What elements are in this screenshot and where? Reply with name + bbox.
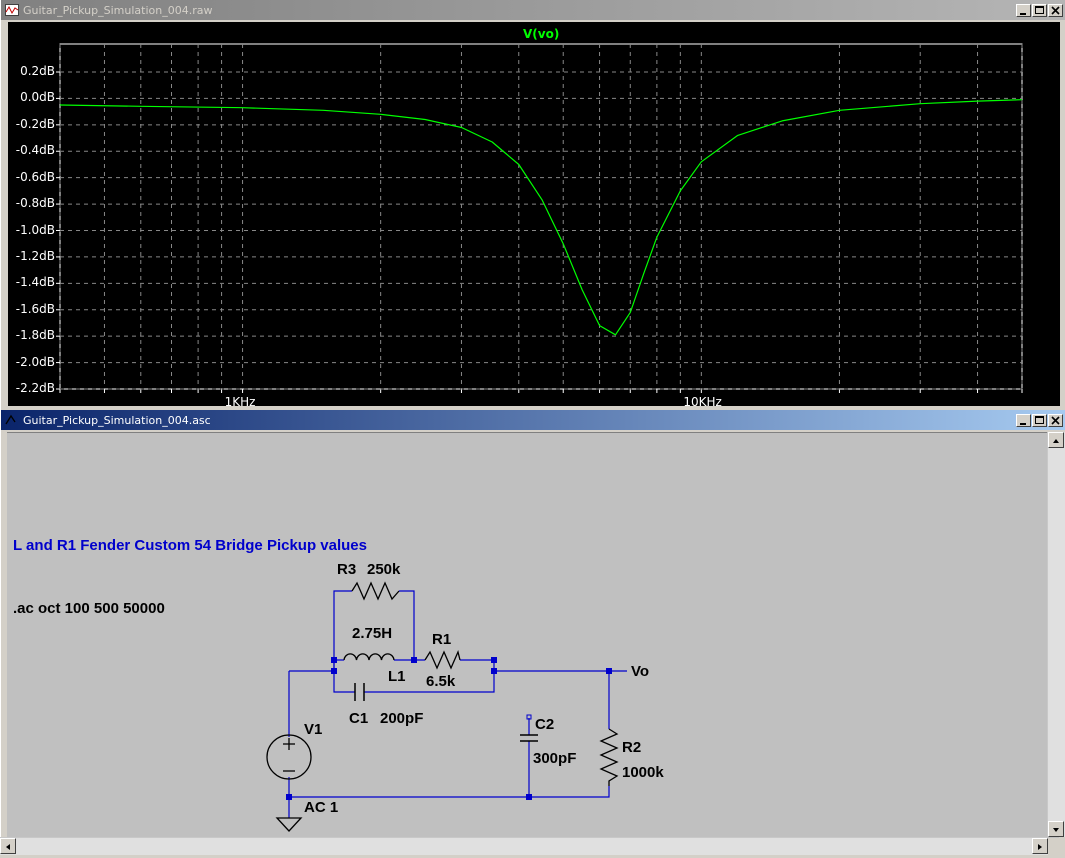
l1-name: L1 [388, 668, 406, 685]
ground-icon[interactable] [275, 817, 303, 832]
arrow-down-icon [1053, 828, 1059, 832]
plot-window-titlebar[interactable]: Guitar_Pickup_Simulation_004.raw [1, 0, 1065, 20]
r1-resistor-symbol[interactable] [424, 649, 461, 670]
r3-value: 250k [367, 561, 401, 578]
schematic-canvas[interactable]: L and R1 Fender Custom 54 Bridge Pickup … [7, 432, 1059, 838]
maximize-button[interactable] [1032, 413, 1047, 427]
wires [288, 590, 627, 818]
arrow-right-icon [1038, 844, 1042, 850]
l1-value: 2.75H [352, 625, 392, 642]
r3-name: R3 [337, 561, 356, 578]
scroll-left-button[interactable] [0, 838, 16, 854]
spice-directive[interactable]: .ac oct 100 500 50000 [13, 600, 165, 617]
v1-value: AC 1 [304, 799, 338, 816]
waveform-icon [5, 4, 19, 16]
schematic-window-titlebar[interactable]: Guitar_Pickup_Simulation_004.asc [1, 410, 1065, 430]
maximize-icon [1035, 5, 1044, 14]
plot-window: Guitar_Pickup_Simulation_004.raw V(vo) 0… [0, 0, 1065, 410]
minimize-icon [1020, 12, 1026, 15]
r2-name: R2 [622, 739, 641, 756]
arrow-left-icon [6, 844, 10, 850]
maximize-icon [1035, 415, 1044, 424]
arrow-up-icon [1053, 439, 1059, 443]
plot-window-title: Guitar_Pickup_Simulation_004.raw [23, 3, 213, 17]
plot-area[interactable]: V(vo) 0.2dB 0.0dB -0.2dB -0.4dB -0.6dB -0.8dB… [8, 22, 1060, 409]
schematic-comment[interactable]: L and R1 Fender Custom 54 Bridge Pickup … [13, 537, 367, 554]
close-button[interactable] [1048, 413, 1063, 427]
plot-svg [56, 43, 1023, 393]
scroll-up-button[interactable] [1048, 432, 1064, 448]
schematic-window-title: Guitar_Pickup_Simulation_004.asc [23, 413, 211, 427]
scroll-down-button[interactable] [1048, 821, 1064, 837]
r1-value: 6.5k [426, 673, 456, 690]
net-label-vo[interactable]: Vo [631, 663, 649, 680]
trace-vvo-line [59, 99, 1023, 336]
c1-capacitor-symbol[interactable] [354, 683, 365, 701]
r2-resistor-symbol[interactable] [599, 728, 619, 786]
minimize-icon [1020, 422, 1026, 425]
schematic-icon [5, 414, 16, 425]
scroll-right-button[interactable] [1032, 838, 1048, 854]
c2-name: C2 [535, 716, 554, 733]
close-icon [1051, 415, 1060, 425]
r3-resistor-symbol[interactable] [351, 581, 400, 601]
horizontal-scrollbar[interactable] [0, 837, 1048, 855]
close-button[interactable] [1048, 3, 1063, 17]
c2-value: 300pF [533, 750, 576, 767]
r1-name: R1 [432, 631, 451, 648]
c1-name: C1 [349, 710, 368, 727]
r2-value: 1000k [622, 764, 664, 781]
schematic-svg: L and R1 Fender Custom 54 Bridge Pickup … [13, 537, 664, 832]
plot-frame [59, 43, 1023, 390]
minimize-button[interactable] [1016, 413, 1031, 427]
close-icon [1051, 5, 1060, 15]
c2-capacitor-symbol[interactable] [520, 734, 538, 742]
v1-voltage-source-symbol[interactable] [266, 734, 312, 780]
minimize-button[interactable] [1016, 3, 1031, 17]
l1-inductor-symbol[interactable] [343, 653, 395, 661]
maximize-button[interactable] [1032, 3, 1047, 17]
c1-value: 200pF [380, 710, 423, 727]
vertical-scrollbar[interactable] [1047, 432, 1065, 837]
v1-name: V1 [304, 721, 322, 738]
